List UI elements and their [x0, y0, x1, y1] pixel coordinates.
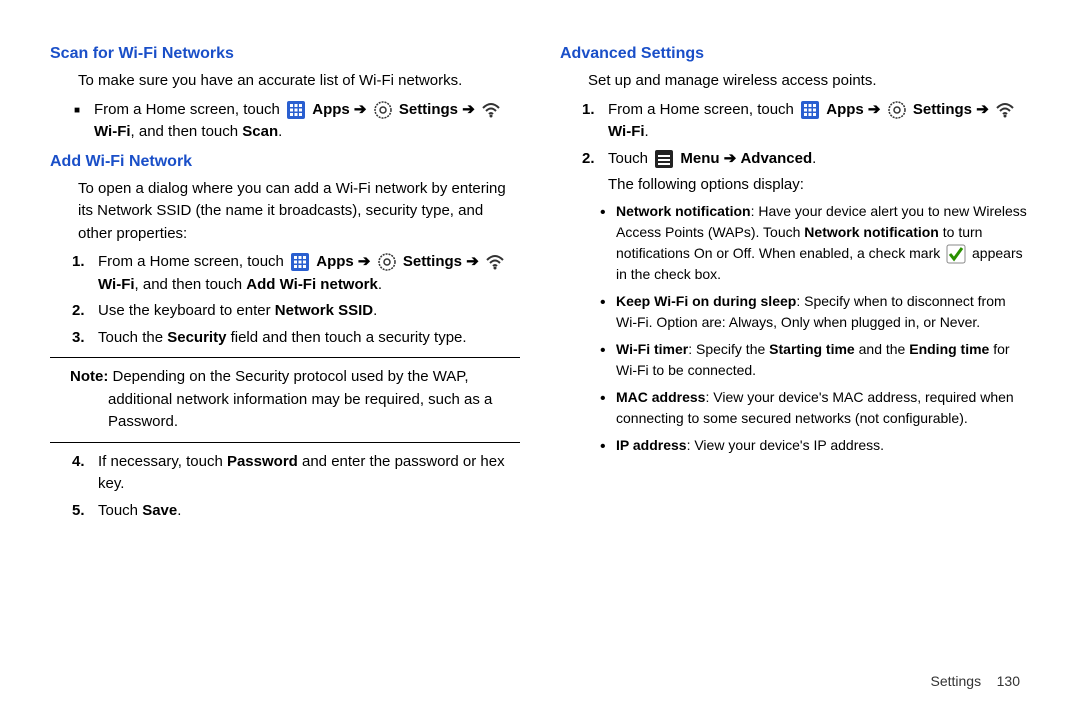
settings-gear-icon	[887, 100, 907, 120]
checkmark-icon	[946, 244, 966, 264]
left-column: Scan for Wi-Fi Networks To make sure you…	[50, 40, 520, 526]
scan-step: From a Home screen, touch Apps ➔ Setting…	[50, 99, 520, 144]
apps-grid-icon	[286, 100, 306, 120]
add-heading: Add Wi-Fi Network	[50, 150, 520, 174]
wifi-icon	[995, 100, 1015, 120]
menu-icon	[654, 149, 674, 169]
note-box: Note: Depending on the Security protocol…	[50, 357, 520, 443]
advanced-intro: Set up and manage wireless access points…	[560, 70, 1030, 93]
apps-grid-icon	[290, 252, 310, 272]
page-footer: Settings 130	[930, 671, 1020, 692]
settings-gear-icon	[373, 100, 393, 120]
apps-grid-icon	[800, 100, 820, 120]
add-steps: 1. From a Home screen, touch Apps ➔ Sett…	[50, 251, 520, 349]
advanced-heading: Advanced Settings	[560, 42, 1030, 66]
wifi-icon	[481, 100, 501, 120]
add-steps-2: 4.If necessary, touch Password and enter…	[50, 451, 520, 523]
advanced-steps: 1. From a Home screen, touch Apps ➔ Sett…	[560, 99, 1030, 197]
add-intro: To open a dialog where you can add a Wi-…	[50, 178, 520, 246]
wifi-icon	[485, 252, 505, 272]
advanced-options: Network notification: Have your device a…	[560, 201, 1030, 456]
scan-heading: Scan for Wi-Fi Networks	[50, 42, 520, 66]
settings-gear-icon	[377, 252, 397, 272]
right-column: Advanced Settings Set up and manage wire…	[560, 40, 1030, 526]
scan-intro: To make sure you have an accurate list o…	[50, 70, 520, 93]
